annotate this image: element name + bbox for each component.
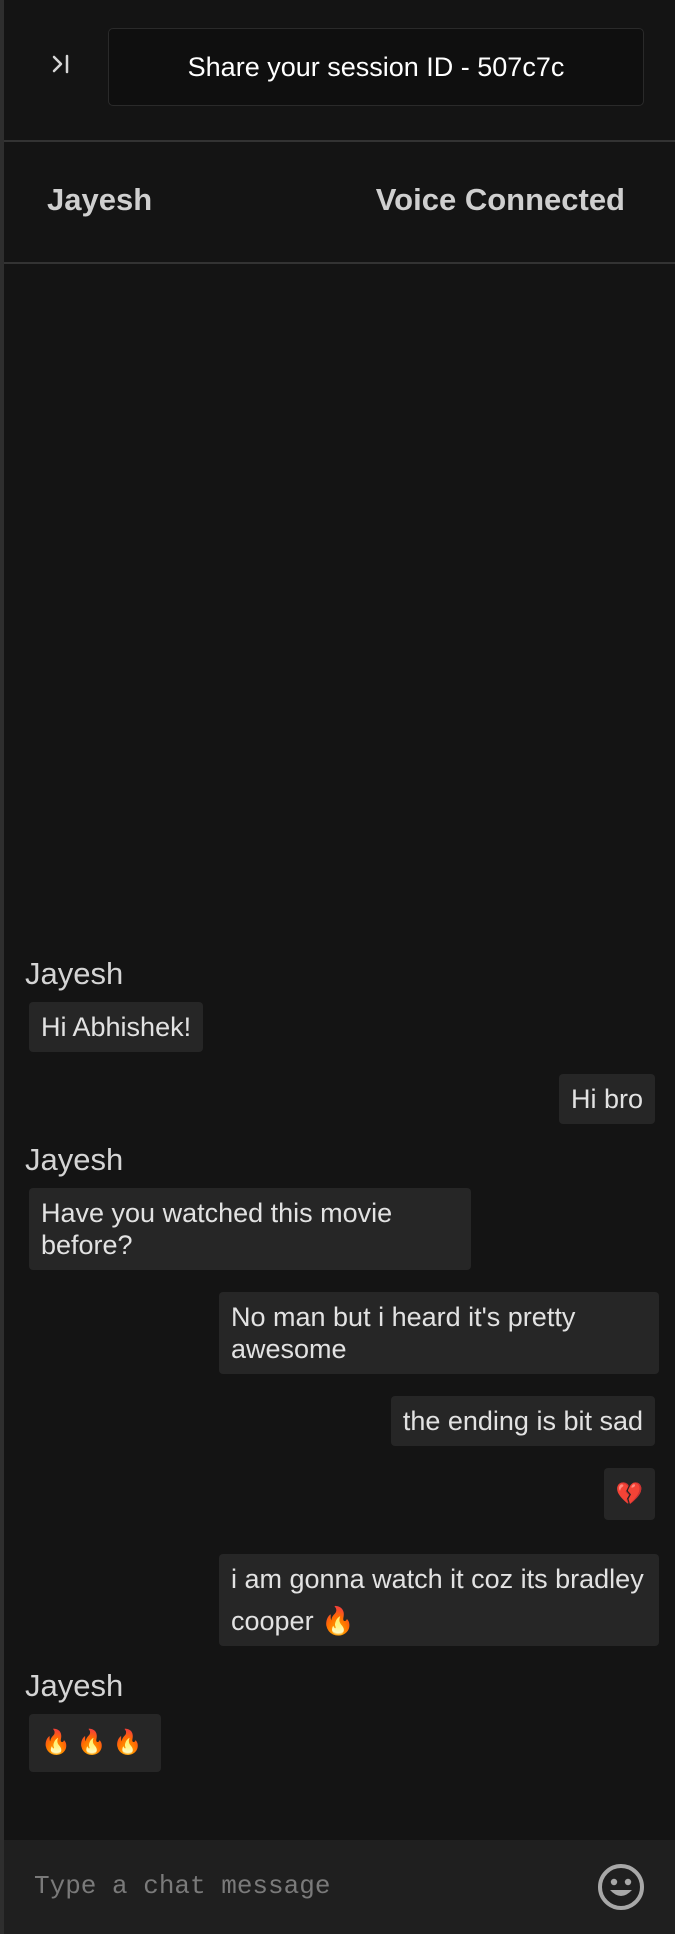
chat-composer [4,1840,675,1934]
collapse-panel-icon[interactable] [44,44,78,84]
message-bubble: the ending is bit sad [390,1396,655,1446]
share-session-button[interactable]: Share your session ID - 507c7c [108,28,644,106]
chat-panel: Share your session ID - 507c7c Jayesh Vo… [0,0,675,1934]
message-sender: Jayesh [25,956,124,991]
message-sender: Jayesh [25,1142,124,1177]
session-id-label: Share your session ID - 507c7c [187,51,565,82]
message-bubble: Hi bro [558,1074,655,1124]
voice-status: Voice Connected [375,182,625,217]
message-list: Jayesh Hi Abhishek! Hi bro Jayesh Have y… [4,264,675,1840]
message-bubble: No man but i heard it's pretty awesome [219,1292,659,1374]
call-header: Jayesh Voice Connected [4,142,675,264]
message-bubble: i am gonna watch it coz its bradley coop… [219,1554,659,1646]
message-bubble: Have you watched this movie before? [29,1188,471,1270]
message-bubble: 💔 [603,1468,655,1520]
peer-name: Jayesh [47,182,153,217]
emoji-smile-icon[interactable] [596,1862,646,1912]
top-bar: Share your session ID - 507c7c [4,0,675,142]
message-bubble: Hi Abhishek! [29,1002,204,1052]
message-sender: Jayesh [25,1668,124,1703]
chat-message-input[interactable] [24,1856,564,1916]
message-bubble: 🔥🔥🔥 [29,1714,161,1772]
